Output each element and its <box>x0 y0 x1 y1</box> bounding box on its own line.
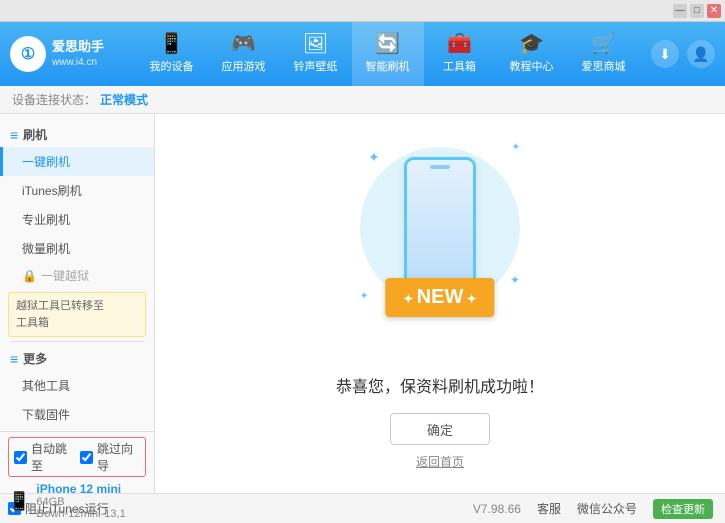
device-storage: 64GB <box>36 496 125 508</box>
sidebar-item-other-tools[interactable]: 其他工具 <box>0 371 154 400</box>
shop-icon: 🛒 <box>591 34 616 54</box>
sidebar-section-flash: ≡ 刷机 <box>0 122 154 147</box>
nav-smart-flash[interactable]: 🔄 智能刷机 <box>352 22 424 86</box>
phone-screen <box>407 160 473 284</box>
user-button[interactable]: 👤 <box>687 40 715 68</box>
version-text: V7.98.66 <box>473 502 521 516</box>
skip-guide-checkbox-item[interactable]: 跳过向导 <box>80 440 140 474</box>
sidebar-item-pro-flash[interactable]: 专业刷机 <box>0 205 154 234</box>
sparkle-tr-icon: ✦ <box>512 142 520 153</box>
status-value: 正常模式 <box>100 91 148 108</box>
device-panel: 自动跳至 跳过向导 📱 iPhone 12 mini 64GB Down-12m… <box>0 431 155 493</box>
sidebar-item-itunes-flash[interactable]: iTunes刷机 <box>0 176 154 205</box>
phone-shape <box>404 157 476 287</box>
confirm-button[interactable]: 确定 <box>390 413 490 445</box>
close-button[interactable]: ✕ <box>707 4 721 18</box>
device-text: iPhone 12 mini 64GB Down-12mini-13,1 <box>36 482 125 520</box>
sidebar-section-more: ≡ 更多 <box>0 346 154 371</box>
sparkle-tl-icon: ✦ <box>368 149 380 166</box>
maximize-button[interactable]: □ <box>690 4 704 18</box>
wallpaper-icon: 🖼 <box>303 34 328 54</box>
auto-jump-label: 自动跳至 <box>31 440 74 474</box>
checkbox-group: 自动跳至 跳过向导 <box>8 437 146 477</box>
more-section-icon: ≡ <box>10 351 18 367</box>
wechat-link[interactable]: 微信公众号 <box>577 500 637 517</box>
nav-wallpaper[interactable]: 🖼 铃声壁纸 <box>280 22 352 86</box>
logo-icon: ① <box>10 36 46 72</box>
nav-shop[interactable]: 🛒 爱思商城 <box>568 22 640 86</box>
nav-tutorials[interactable]: 🎓 教程中心 <box>496 22 568 86</box>
lock-icon: 🔒 <box>22 269 37 283</box>
nav-my-device[interactable]: 📱 我的设备 <box>136 22 208 86</box>
smart-flash-icon: 🔄 <box>375 34 400 54</box>
new-badge: NEW <box>385 278 494 317</box>
device-name: iPhone 12 mini <box>36 482 125 496</box>
header: ① 爱思助手 www.i4.cn 📱 我的设备 🎮 应用游戏 🖼 铃声壁纸 🔄 … <box>0 22 725 86</box>
download-button[interactable]: ⬇ <box>651 40 679 68</box>
content-area: ✦ ✦ ✦ ✦ NEW 恭喜您，保资料刷机成功啦！ 确定 返回首页 <box>155 114 725 493</box>
notice-box: 越狱工具已转移至 工具箱 <box>8 292 146 337</box>
sparkle-bl-icon: ✦ <box>360 291 368 302</box>
nav-bar: 📱 我的设备 🎮 应用游戏 🖼 铃声壁纸 🔄 智能刷机 🧰 工具箱 🎓 教程中心… <box>124 22 651 86</box>
sidebar-item-download-fw[interactable]: 下载固件 <box>0 400 154 429</box>
status-bar: 设备连接状态： 正常模式 <box>0 86 725 114</box>
apps-icon: 🎮 <box>231 34 256 54</box>
device-version: Down-12mini-13,1 <box>36 508 125 520</box>
sidebar-divider <box>10 341 144 342</box>
success-illustration: ✦ ✦ ✦ ✦ NEW <box>340 137 540 357</box>
logo-text: 爱思助手 www.i4.cn <box>52 38 104 70</box>
nav-toolbox[interactable]: 🧰 工具箱 <box>424 22 496 86</box>
phone-notch <box>430 165 450 169</box>
success-text: 恭喜您，保资料刷机成功啦！ <box>336 373 544 397</box>
flash-section-icon: ≡ <box>10 127 18 143</box>
back-home-link[interactable]: 返回首页 <box>416 453 464 470</box>
sidebar-item-data-flash[interactable]: 微量刷机 <box>0 234 154 263</box>
check-update-button[interactable]: 检查更新 <box>653 499 713 519</box>
nav-apps[interactable]: 🎮 应用游戏 <box>208 22 280 86</box>
tutorials-icon: 🎓 <box>519 34 544 54</box>
toolbox-icon: 🧰 <box>447 34 472 54</box>
sparkle-br-icon: ✦ <box>510 273 520 287</box>
nav-right-controls: ⬇ 👤 <box>651 40 715 68</box>
sidebar-item-one-key-flash[interactable]: 一键刷机 <box>0 147 154 176</box>
customer-service-link[interactable]: 客服 <box>537 500 561 517</box>
footer-right: V7.98.66 客服 微信公众号 检查更新 <box>155 493 725 523</box>
logo-area: ① 爱思助手 www.i4.cn <box>10 36 104 72</box>
device-info-row: 📱 iPhone 12 mini 64GB Down-12mini-13,1 <box>8 482 146 520</box>
my-device-icon: 📱 <box>159 34 184 54</box>
device-phone-icon: 📱 <box>8 491 30 512</box>
title-bar: — □ ✕ <box>0 0 725 22</box>
auto-jump-checkbox[interactable] <box>14 451 27 464</box>
minimize-button[interactable]: — <box>673 4 687 18</box>
skip-guide-label: 跳过向导 <box>97 440 140 474</box>
sidebar-disabled-jailbreak: 🔒 一键越狱 <box>0 263 154 288</box>
skip-guide-checkbox[interactable] <box>80 451 93 464</box>
auto-jump-checkbox-item[interactable]: 自动跳至 <box>14 440 74 474</box>
status-label: 设备连接状态： <box>12 91 96 108</box>
